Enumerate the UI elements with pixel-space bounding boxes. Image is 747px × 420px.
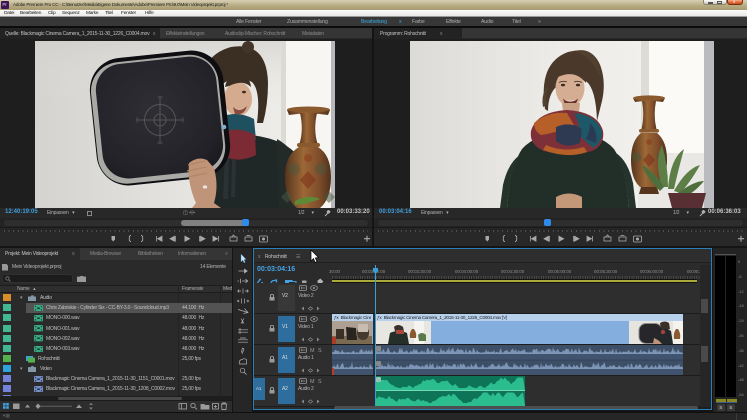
svg-text:M: M — [310, 379, 315, 384]
svg-text:S: S — [318, 379, 322, 384]
svg-text:M: M — [310, 348, 315, 353]
svg-text:S: S — [318, 348, 322, 353]
